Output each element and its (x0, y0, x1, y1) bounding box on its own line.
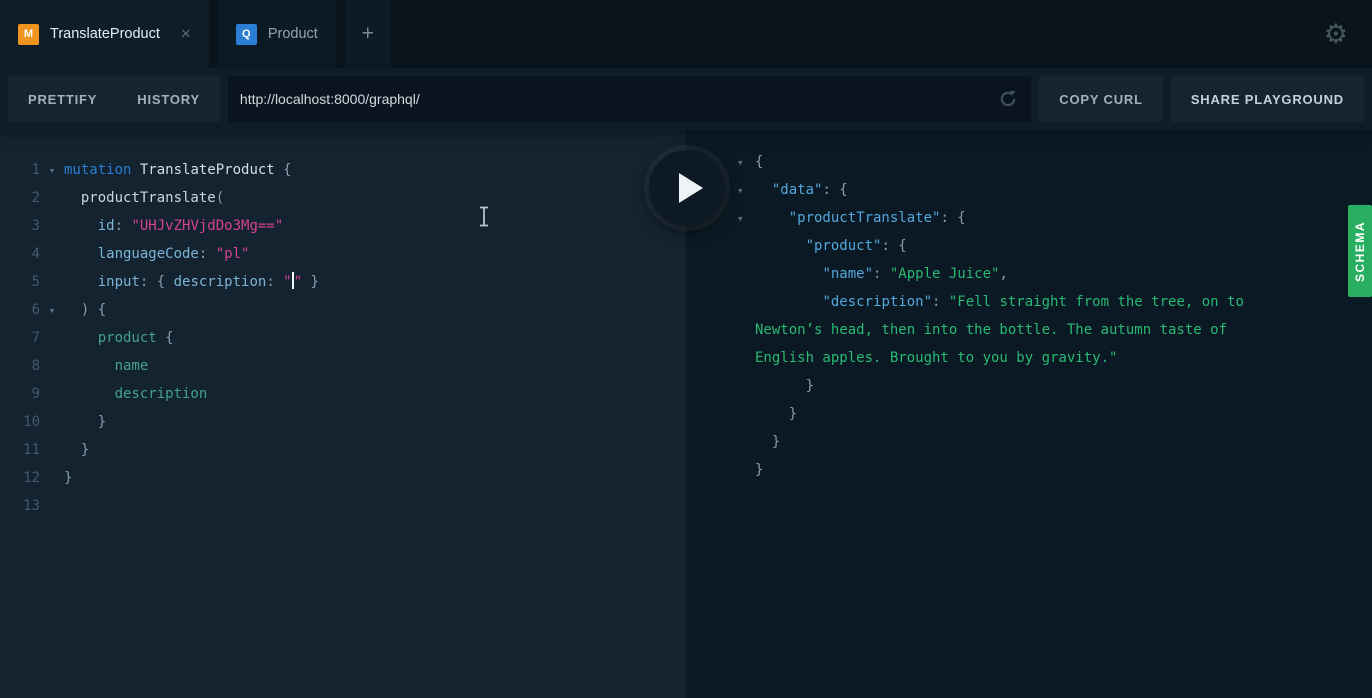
response-line: ▾{ (737, 148, 1372, 176)
code-text: English apples. Brought to you by gravit… (755, 350, 1118, 366)
reload-icon[interactable] (997, 88, 1019, 110)
code-text: "name": "Apple Juice", (822, 266, 1008, 282)
response-line: Newton’s head, then into the bottle. The… (737, 316, 1372, 344)
line-number: 8 (31, 358, 40, 374)
settings-gear-icon[interactable]: ⚙ (1324, 20, 1372, 48)
endpoint-url-bar (227, 76, 1032, 122)
text-cursor-pointer (480, 206, 488, 227)
code-text: description (114, 386, 208, 402)
editor-line: 4 languageCode: "pl" (0, 240, 686, 268)
editor-line: 10 } (0, 408, 686, 436)
tab-label: Product (267, 26, 318, 42)
tab-label: TranslateProduct (50, 26, 160, 42)
editor-actions-group: PRETTIFY HISTORY (8, 76, 220, 122)
play-icon (679, 173, 703, 203)
editor-line: 13 (0, 492, 686, 520)
line-number: 9 (31, 386, 40, 402)
response-line: "product": { (737, 232, 1372, 260)
editor-line: 3 id: "UHJvZHVjdDo3Mg==" (0, 212, 686, 240)
prettify-button[interactable]: PRETTIFY (8, 76, 117, 122)
code-text: } (97, 414, 107, 430)
line-number: 5 (31, 274, 40, 290)
editor-line: 5 input: { description: " " } (0, 268, 686, 296)
code-text: product { (97, 330, 174, 346)
response-viewer: ▾{▾ "data": {▾ "productTranslate": { "pr… (686, 130, 1372, 698)
response-line: "description": "Fell straight from the t… (737, 288, 1372, 316)
query-editor[interactable]: 1 ▾ mutation TranslateProduct {2 productTr… (0, 130, 686, 698)
response-line: "name": "Apple Juice", (737, 260, 1372, 288)
code-text: productTranslate( (80, 190, 225, 206)
tab-translate-product[interactable]: M TranslateProduct × (0, 0, 209, 68)
code-text: languageCode: "pl" (97, 246, 250, 262)
editor-line: 6 ▾ ) { (0, 296, 686, 324)
line-number: 3 (31, 218, 40, 234)
editor-line: 9 description (0, 380, 686, 408)
response-line: English apples. Brought to you by gravit… (737, 344, 1372, 372)
line-number: 11 (23, 442, 40, 458)
code-text: { (755, 154, 764, 170)
response-line: } (737, 372, 1372, 400)
code-text: "data": { (771, 182, 848, 198)
toolbar: PRETTIFY HISTORY COPY CURL SHARE PLAYGRO… (0, 68, 1372, 130)
response-line: } (737, 428, 1372, 456)
code-text: mutation TranslateProduct { (64, 162, 292, 178)
fold-arrow-icon[interactable]: ▾ (737, 177, 755, 205)
fold-arrow-icon[interactable]: ▾ (737, 149, 755, 177)
plus-icon: + (361, 22, 374, 45)
editor-line: 7 product { (0, 324, 686, 352)
copy-curl-button[interactable]: COPY CURL (1039, 76, 1163, 122)
share-playground-button[interactable]: SHARE PLAYGROUND (1170, 76, 1364, 122)
response-line: } (737, 400, 1372, 428)
code-text: id: "UHJvZHVjdDo3Mg==" (97, 218, 284, 234)
code-text: ) { (80, 302, 107, 318)
editor-line: 11 } (0, 436, 686, 464)
schema-tab[interactable]: SCHEMA (1348, 205, 1372, 297)
editor-line: 8 name (0, 352, 686, 380)
fold-arrow-icon[interactable]: ▾ (40, 297, 64, 325)
line-number: 13 (23, 498, 40, 514)
code-text: } (64, 470, 73, 486)
code-text: input: { description: " " } (97, 272, 319, 290)
query-badge: Q (235, 23, 257, 45)
line-number: 12 (23, 470, 40, 486)
line-number: 1 (31, 162, 40, 178)
editor-line: 1 ▾ mutation TranslateProduct { (0, 156, 686, 184)
response-line: ▾ "productTranslate": { (737, 204, 1372, 232)
fold-arrow-icon[interactable]: ▾ (40, 157, 64, 185)
line-number: 4 (31, 246, 40, 262)
line-number: 2 (31, 190, 40, 206)
code-text: "description": "Fell straight from the t… (822, 294, 1244, 310)
code-text: "product": { (805, 238, 907, 254)
tab-product[interactable]: Q Product (217, 0, 336, 68)
fold-arrow-icon[interactable]: ▾ (737, 205, 755, 233)
tab-bar: M TranslateProduct × Q Product + ⚙ (0, 0, 1372, 68)
line-number: 7 (31, 330, 40, 346)
close-tab-icon[interactable]: × (181, 24, 191, 44)
endpoint-url-input[interactable] (239, 91, 998, 107)
response-line: } (737, 456, 1372, 484)
code-text: } (755, 406, 798, 422)
line-number: 10 (23, 414, 40, 430)
code-text: name (114, 358, 149, 374)
history-button[interactable]: HISTORY (117, 76, 220, 122)
code-text: "productTranslate": { (788, 210, 966, 226)
line-number: 6 (31, 302, 40, 318)
new-tab-button[interactable]: + (344, 0, 391, 68)
code-text: } (755, 462, 764, 478)
code-text: Newton’s head, then into the bottle. The… (755, 322, 1228, 338)
code-text: } (755, 378, 815, 394)
main-split: 1 ▾ mutation TranslateProduct {2 productTr… (0, 130, 1372, 698)
editor-line: 12} (0, 464, 686, 492)
code-text: } (80, 442, 90, 458)
response-line: ▾ "data": { (737, 176, 1372, 204)
graphql-playground-window: M TranslateProduct × Q Product + ⚙ PRETT… (0, 0, 1372, 698)
code-text: } (755, 434, 781, 450)
mutation-badge: M (18, 23, 39, 45)
editor-line: 2 productTranslate( (0, 184, 686, 212)
execute-button[interactable] (649, 150, 725, 226)
